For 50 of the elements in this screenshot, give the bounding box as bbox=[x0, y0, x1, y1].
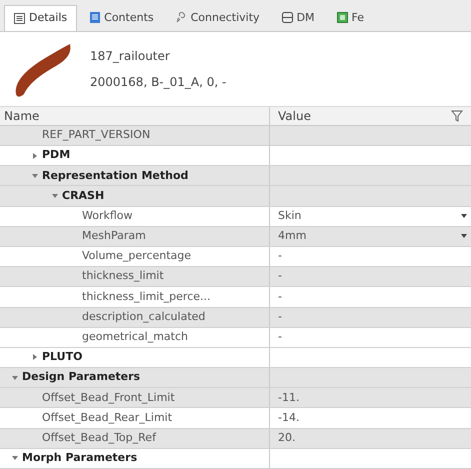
property-value: Skin bbox=[278, 208, 302, 224]
group-label: PLUTO bbox=[42, 349, 82, 366]
link-icon bbox=[176, 12, 187, 24]
property-name: MeshParam bbox=[82, 228, 146, 244]
property-value: -14. bbox=[278, 410, 300, 426]
property-name: thickness_limit_perce... bbox=[82, 288, 210, 305]
property-value: - bbox=[278, 288, 282, 305]
property-value: -11. bbox=[278, 390, 300, 406]
property-value: - bbox=[278, 329, 282, 346]
column-header[interactable]: Value bbox=[270, 106, 451, 125]
property-value: - bbox=[278, 248, 282, 264]
property-name: Offset_Bead_Top_Ref bbox=[42, 430, 156, 446]
tab[interactable]: DM bbox=[272, 4, 324, 31]
property-name: thickness_limit bbox=[82, 268, 164, 284]
tab[interactable]: Fe bbox=[328, 4, 374, 31]
property-name: Volume_percentage bbox=[82, 248, 192, 264]
collapse-arrow-icon[interactable] bbox=[32, 172, 38, 179]
collapse-arrow-icon[interactable] bbox=[52, 192, 58, 199]
collapse-arrow-icon[interactable] bbox=[12, 374, 18, 381]
document-icon bbox=[90, 12, 100, 24]
dropdown-arrow-icon[interactable] bbox=[461, 234, 467, 238]
property-value: - bbox=[278, 268, 282, 284]
property-name: Workflow bbox=[82, 208, 133, 224]
group-label: Morph Parameters bbox=[22, 450, 138, 466]
property-value: 20. bbox=[278, 430, 296, 446]
property-value: - bbox=[278, 308, 282, 325]
part-info: 2000168, B-_01_A, 0, - bbox=[90, 74, 226, 91]
collapse-arrow-icon[interactable] bbox=[12, 455, 18, 462]
tab[interactable]: Contents bbox=[81, 4, 163, 31]
feature-icon bbox=[336, 12, 348, 24]
dropdown-arrow-icon[interactable] bbox=[461, 214, 467, 218]
list-icon bbox=[14, 12, 25, 24]
filter-icon[interactable] bbox=[451, 110, 463, 122]
panel-icon bbox=[282, 12, 293, 24]
property-value: 4mm bbox=[278, 228, 306, 244]
group-label: Representation Method bbox=[42, 168, 188, 184]
tab[interactable]: Connectivity bbox=[166, 4, 269, 31]
group-label: Design Parameters bbox=[22, 369, 140, 386]
property-name: Offset_Bead_Front_Limit bbox=[42, 390, 175, 406]
tab[interactable]: Details bbox=[4, 4, 78, 31]
group-label: CRASH bbox=[62, 188, 104, 204]
expand-arrow-icon[interactable] bbox=[32, 152, 38, 159]
column-header[interactable]: Name bbox=[0, 106, 270, 125]
property-name: description_calculated bbox=[82, 308, 206, 325]
property-name: Offset_Bead_Rear_Limit bbox=[42, 410, 172, 426]
expand-arrow-icon[interactable] bbox=[32, 354, 38, 360]
part-name: 187_railouter bbox=[90, 48, 171, 65]
group-label: PDM bbox=[42, 147, 70, 164]
property-name: REF_PART_VERSION bbox=[42, 127, 150, 144]
property-name: geometrical_match bbox=[82, 329, 188, 346]
